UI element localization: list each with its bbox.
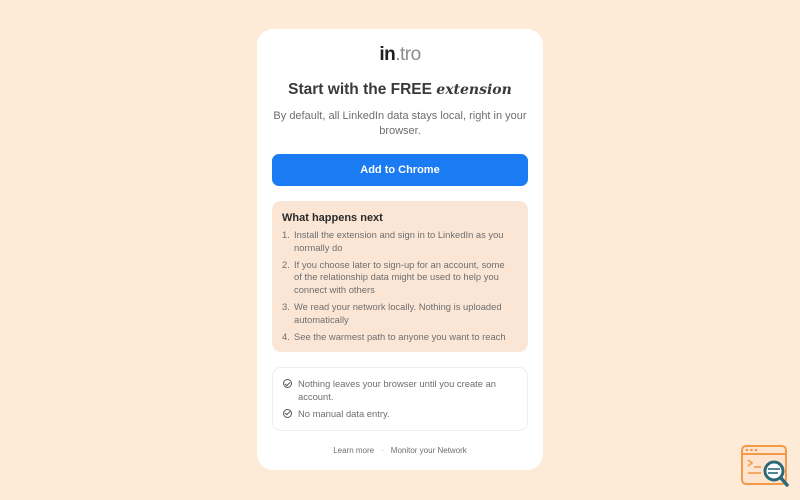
search-inspect-icon <box>741 445 789 487</box>
logo-part-in: in <box>379 44 396 65</box>
assurance-text: No manual data entry. <box>298 407 390 419</box>
onboarding-card: in.tro Start with the FREE extension By … <box>257 29 543 470</box>
assurance-item: No manual data entry. <box>283 408 517 421</box>
step-number: 2. <box>282 258 290 270</box>
monitor-network-link[interactable]: Monitor your Network <box>391 446 467 455</box>
step-text: If you choose later to sign-up for an ac… <box>294 258 505 296</box>
step-number: 3. <box>282 300 290 312</box>
learn-more-link[interactable]: Learn more <box>333 446 374 455</box>
assurance-text: Nothing leaves your browser until you cr… <box>298 378 497 402</box>
step-item: 2. If you choose later to sign-up for an… <box>282 259 518 297</box>
step-text: Install the extension and sign in to Lin… <box>294 229 504 253</box>
logo-part-tro: .tro <box>395 44 421 65</box>
floating-helper-widget[interactable] <box>741 445 789 489</box>
add-to-chrome-button[interactable]: Add to Chrome <box>272 154 528 186</box>
subtitle: By default, all LinkedIn data stays loca… <box>273 110 527 137</box>
what-happens-next-panel: What happens next 1. Install the extensi… <box>272 201 528 352</box>
headline-main: Start with the FREE <box>288 81 432 98</box>
footer-separator: · <box>381 446 384 455</box>
next-title: What happens next <box>282 212 383 224</box>
step-text: We read your network locally. Nothing is… <box>294 300 502 325</box>
check-circle-icon <box>283 408 292 418</box>
step-number: 4. <box>282 330 290 342</box>
assurance-item: Nothing leaves your browser until you cr… <box>283 378 517 404</box>
assurances-box: Nothing leaves your browser until you cr… <box>272 367 528 431</box>
step-text: See the warmest path to anyone you want … <box>294 330 506 342</box>
check-circle-icon <box>283 379 292 388</box>
footer-links: Learn more · Monitor your Network <box>257 446 543 455</box>
step-item: 3. We read your network locally. Nothing… <box>282 301 518 327</box>
step-number: 1. <box>282 229 290 240</box>
step-item: 4. See the warmest path to anyone you wa… <box>282 331 518 344</box>
headline: Start with the FREE extension <box>257 81 543 99</box>
logo: in.tro <box>257 44 543 66</box>
headline-emphasis: extension <box>436 82 512 98</box>
step-item: 1. Install the extension and sign in to … <box>282 229 518 255</box>
